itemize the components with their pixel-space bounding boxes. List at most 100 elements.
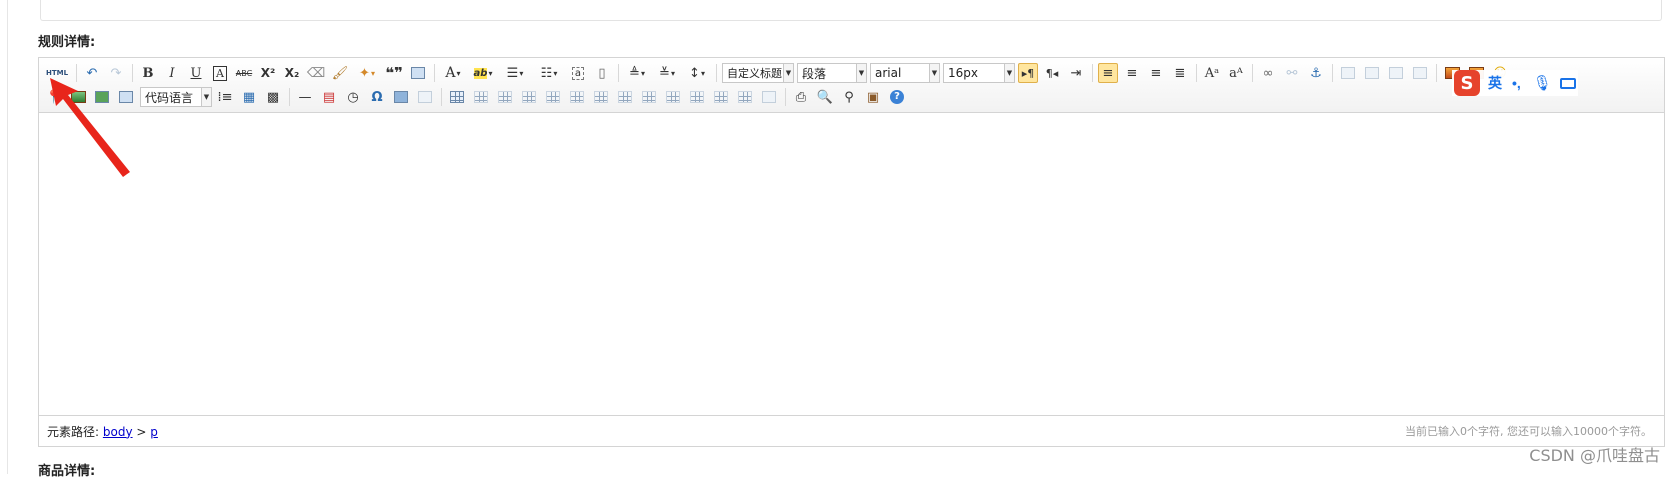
underline-button[interactable]: U (186, 63, 206, 83)
template-icon[interactable]: ▦ (239, 87, 259, 107)
horizontal-rule-icon[interactable]: — (295, 87, 315, 107)
merge-cells-icon[interactable] (615, 87, 635, 107)
insert-paragraph-before-table-icon[interactable] (495, 87, 515, 107)
search-replace-icon[interactable] (391, 87, 411, 107)
keyboard-icon[interactable] (1559, 77, 1576, 89)
page-left-border (7, 0, 8, 474)
editor-content-area[interactable] (39, 113, 1664, 389)
html-source-button[interactable]: HTML (44, 63, 70, 83)
separator (1332, 64, 1333, 82)
font-size-select[interactable]: 16px ▼ (943, 63, 1015, 83)
insert-col-icon[interactable] (567, 87, 587, 107)
merge-right-icon[interactable] (639, 87, 659, 107)
separator (434, 64, 435, 82)
special-chars-button[interactable]: Ω (367, 87, 387, 107)
auto-format-icon[interactable]: ✦ ▾ (354, 63, 380, 83)
bold-button[interactable]: B (138, 63, 158, 83)
to-lowercase-icon[interactable]: aᴬ (1226, 63, 1246, 83)
preview-icon[interactable]: 🔍 (815, 87, 835, 107)
paste-plain-icon[interactable] (408, 63, 428, 83)
undo-icon[interactable]: ↶ (82, 63, 102, 83)
ime-toolbar: S 英 •, 🎙 (1452, 70, 1578, 96)
scrawl-icon[interactable] (415, 87, 435, 107)
unordered-list-icon[interactable]: ☷ ▾ (534, 63, 564, 83)
editor-toolbar: HTML ↶ ↷ B I U A ABC X² X₂ ⌫ 🖌 ✦ ▾ ❝❞ A ▾ … (39, 58, 1664, 113)
image-left-icon[interactable] (1362, 63, 1382, 83)
page-break-icon[interactable] (116, 87, 136, 107)
image-right-icon[interactable] (1386, 63, 1406, 83)
print-icon[interactable]: ⎙ (791, 87, 811, 107)
anchor-icon[interactable]: ⚓ (1306, 63, 1326, 83)
row-spacing-bottom-icon[interactable]: ≚ ▾ (654, 63, 680, 83)
blockquote-button[interactable]: ❝❞ (384, 63, 404, 83)
insert-code-icon[interactable]: ⁞≡ (215, 87, 235, 107)
help-icon[interactable]: ? (887, 87, 907, 107)
strikethrough-button[interactable]: ABC (234, 63, 254, 83)
csdn-watermark: CSDN @爪哇盘古 (1529, 446, 1660, 465)
path-body-link[interactable]: body (103, 425, 133, 439)
indent-icon[interactable]: ⇥ (1066, 63, 1086, 83)
subscript-button[interactable]: X₂ (282, 63, 302, 83)
line-height-icon[interactable]: ↕ ▾ (684, 63, 710, 83)
to-uppercase-icon[interactable]: Aᵃ (1202, 63, 1222, 83)
superscript-button[interactable]: X² (258, 63, 278, 83)
row-spacing-top-icon[interactable]: ≜ ▾ (624, 63, 650, 83)
eraser-icon[interactable]: ⌫ (306, 63, 326, 83)
align-center-icon[interactable]: ≡ (1122, 63, 1142, 83)
char-count: 当前已输入0个字符, 您还可以输入10000个字符。 (1405, 425, 1652, 438)
select-all-icon[interactable]: a (568, 63, 588, 83)
draft-icon[interactable]: ▣ (863, 87, 883, 107)
chart-icon[interactable] (759, 87, 779, 107)
insert-time-icon[interactable]: ◷ (343, 87, 363, 107)
delete-table-icon[interactable] (471, 87, 491, 107)
toolbar-row-2: 📍 代码语言 ▼ ⁞≡ ▦ ▩ — ▤ ◷ Ω ⎙ 🔍 ⚲ ▣ ? (44, 86, 911, 108)
separator (618, 64, 619, 82)
delete-col-icon[interactable] (591, 87, 611, 107)
paragraph-select[interactable]: 段落 ▼ (797, 63, 867, 83)
insert-row-icon[interactable] (519, 87, 539, 107)
align-justify-icon[interactable]: ≣ (1170, 63, 1190, 83)
ime-mode[interactable]: 英 (1488, 73, 1502, 93)
separator (289, 88, 290, 106)
search-icon[interactable]: ⚲ (839, 87, 859, 107)
split-cols-icon[interactable] (735, 87, 755, 107)
editor-status-bar: 元素路径: body > p 当前已输入0个字符, 您还可以输入10000个字符… (39, 415, 1664, 446)
split-cells-icon[interactable] (687, 87, 707, 107)
map-pin-icon[interactable]: 📍 (44, 87, 64, 107)
image-center-icon[interactable] (1410, 63, 1430, 83)
align-right-icon[interactable]: ≡ (1146, 63, 1166, 83)
microphone-icon[interactable]: 🎙 (1533, 74, 1552, 92)
ordered-list-icon[interactable]: ☰ ▾ (500, 63, 530, 83)
redo-icon[interactable]: ↷ (106, 63, 126, 83)
custom-heading-select[interactable]: 自定义标题 ▼ (722, 63, 794, 83)
image-none-icon[interactable] (1338, 63, 1358, 83)
insert-frame-icon[interactable] (92, 87, 112, 107)
font-color-button[interactable]: A ▾ (440, 63, 466, 83)
rules-section-label: 规则详情: (38, 35, 96, 50)
unlink-icon[interactable]: ⚯ (1282, 63, 1302, 83)
separator (1252, 64, 1253, 82)
insert-table-icon[interactable] (447, 87, 467, 107)
format-brush-icon[interactable]: 🖌 (330, 63, 350, 83)
align-left-icon[interactable]: ≡ (1098, 63, 1118, 83)
ime-punct[interactable]: •, (1512, 75, 1521, 91)
clear-document-icon[interactable]: ▯ (592, 63, 612, 83)
sogou-logo-icon[interactable]: S (1454, 70, 1480, 96)
insert-date-icon[interactable]: ▤ (319, 87, 339, 107)
font-family-select[interactable]: arial ▼ (870, 63, 940, 83)
insert-video-icon[interactable] (68, 87, 88, 107)
delete-row-icon[interactable] (543, 87, 563, 107)
background-icon[interactable]: ▩ (263, 87, 283, 107)
element-path: 元素路径: body > p (47, 424, 158, 439)
font-border-button[interactable]: A (210, 63, 230, 83)
code-language-select[interactable]: 代码语言 ▼ (140, 87, 212, 107)
split-rows-icon[interactable] (711, 87, 731, 107)
direction-rtl-icon[interactable]: ¶◂ (1042, 63, 1062, 83)
italic-button[interactable]: I (162, 63, 182, 83)
merge-down-icon[interactable] (663, 87, 683, 107)
direction-ltr-icon[interactable]: ▸¶ (1018, 63, 1038, 83)
toolbar-row-1: HTML ↶ ↷ B I U A ABC X² X₂ ⌫ 🖌 ✦ ▾ ❝❞ A ▾ … (44, 62, 1514, 84)
path-p-link[interactable]: p (150, 425, 158, 439)
background-color-button[interactable]: ab ▾ (470, 63, 496, 83)
link-icon[interactable]: ∞ (1258, 63, 1278, 83)
